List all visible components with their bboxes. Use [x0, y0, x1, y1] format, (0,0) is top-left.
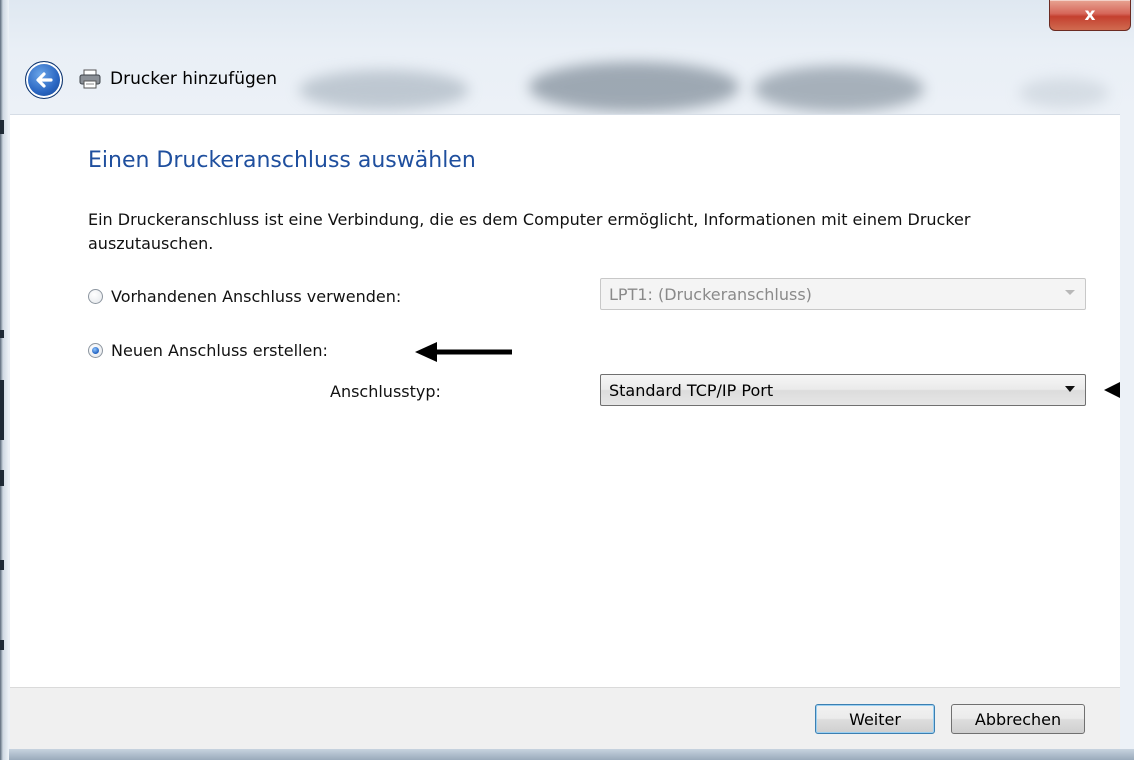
- bottom-window-edge: [9, 749, 1134, 760]
- port-type-select[interactable]: Standard TCP/IP Port: [600, 374, 1086, 406]
- next-button[interactable]: Weiter: [815, 704, 935, 734]
- new-port-radio[interactable]: [88, 343, 103, 358]
- cancel-button[interactable]: Abbrechen: [951, 704, 1085, 734]
- chevron-down-icon: [1065, 290, 1075, 295]
- annotation-arrow-icon: [415, 342, 512, 362]
- existing-port-option[interactable]: Vorhandenen Anschluss verwenden:: [88, 287, 401, 306]
- window-title: Drucker hinzufügen: [78, 64, 277, 94]
- existing-port-radio[interactable]: [88, 289, 103, 304]
- close-icon: x: [1084, 5, 1096, 25]
- back-button[interactable]: [25, 61, 63, 99]
- new-port-option[interactable]: Neuen Anschluss erstellen:: [88, 341, 328, 360]
- window-title-text: Drucker hinzufügen: [110, 69, 278, 89]
- existing-port-select: LPT1: (Druckeranschluss): [600, 278, 1086, 310]
- wizard-content: Einen Druckeranschluss auswählen Ein Dru…: [10, 114, 1120, 687]
- back-arrow-icon: [36, 72, 53, 88]
- existing-port-value: LPT1: (Druckeranschluss): [609, 284, 812, 304]
- annotation-arrow-icon: [1104, 382, 1120, 398]
- page-title: Einen Druckeranschluss auswählen: [88, 148, 476, 173]
- left-window-edge: [0, 0, 9, 760]
- new-port-label: Neuen Anschluss erstellen:: [111, 341, 328, 360]
- port-type-label: Anschlusstyp:: [330, 382, 441, 401]
- chevron-down-icon: [1065, 386, 1075, 392]
- add-printer-window: x Drucker hinzufügen Einen Druckeranschl…: [9, 0, 1134, 760]
- printer-icon: [79, 69, 101, 89]
- wizard-footer: Weiter Abbrechen: [10, 687, 1120, 750]
- page-description: Ein Druckeranschluss ist eine Verbindung…: [88, 210, 971, 253]
- port-type-value: Standard TCP/IP Port: [609, 380, 774, 400]
- existing-port-label: Vorhandenen Anschluss verwenden:: [111, 287, 402, 306]
- close-button[interactable]: x: [1049, 0, 1131, 31]
